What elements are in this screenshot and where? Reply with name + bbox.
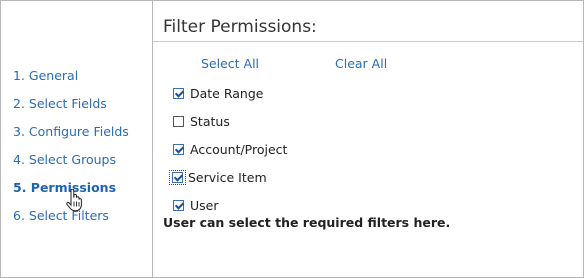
service-item-label: Service Item bbox=[188, 169, 267, 185]
date-range-checkbox[interactable] bbox=[173, 87, 184, 99]
clear-all-link[interactable]: Clear All bbox=[335, 56, 387, 71]
filter-list: Date Range Status Account/Project Servic… bbox=[169, 79, 287, 219]
user-checkbox[interactable] bbox=[173, 199, 184, 211]
help-text: User can select the required filters her… bbox=[163, 215, 451, 230]
step-configure-fields[interactable]: 3. Configure Fields bbox=[13, 123, 129, 151]
main-panel: Filter Permissions: Select All Clear All… bbox=[153, 1, 583, 277]
account-project-label: Account/Project bbox=[190, 141, 288, 157]
filter-item-service-item[interactable]: Service Item bbox=[169, 163, 287, 191]
dialog-frame: 1. General 2. Select Fields 3. Configure… bbox=[0, 0, 584, 278]
step-select-groups[interactable]: 4. Select Groups bbox=[13, 151, 129, 179]
page-title: Filter Permissions: bbox=[163, 17, 317, 37]
account-project-checkbox[interactable] bbox=[173, 143, 184, 155]
status-checkbox[interactable] bbox=[173, 115, 184, 127]
status-label: Status bbox=[190, 113, 230, 129]
wizard-sidebar: 1. General 2. Select Fields 3. Configure… bbox=[1, 1, 153, 277]
filter-item-account-project[interactable]: Account/Project bbox=[173, 135, 287, 163]
filter-item-status[interactable]: Status bbox=[173, 107, 287, 135]
filter-item-date-range[interactable]: Date Range bbox=[173, 79, 287, 107]
user-label: User bbox=[190, 197, 219, 213]
service-item-checkbox[interactable] bbox=[172, 171, 183, 183]
focus-ring bbox=[169, 169, 186, 185]
title-divider bbox=[153, 41, 583, 42]
hand-cursor-icon bbox=[66, 189, 82, 212]
date-range-label: Date Range bbox=[190, 85, 264, 101]
select-all-link[interactable]: Select All bbox=[201, 56, 259, 71]
step-general[interactable]: 1. General bbox=[13, 67, 129, 95]
step-select-fields[interactable]: 2. Select Fields bbox=[13, 95, 129, 123]
